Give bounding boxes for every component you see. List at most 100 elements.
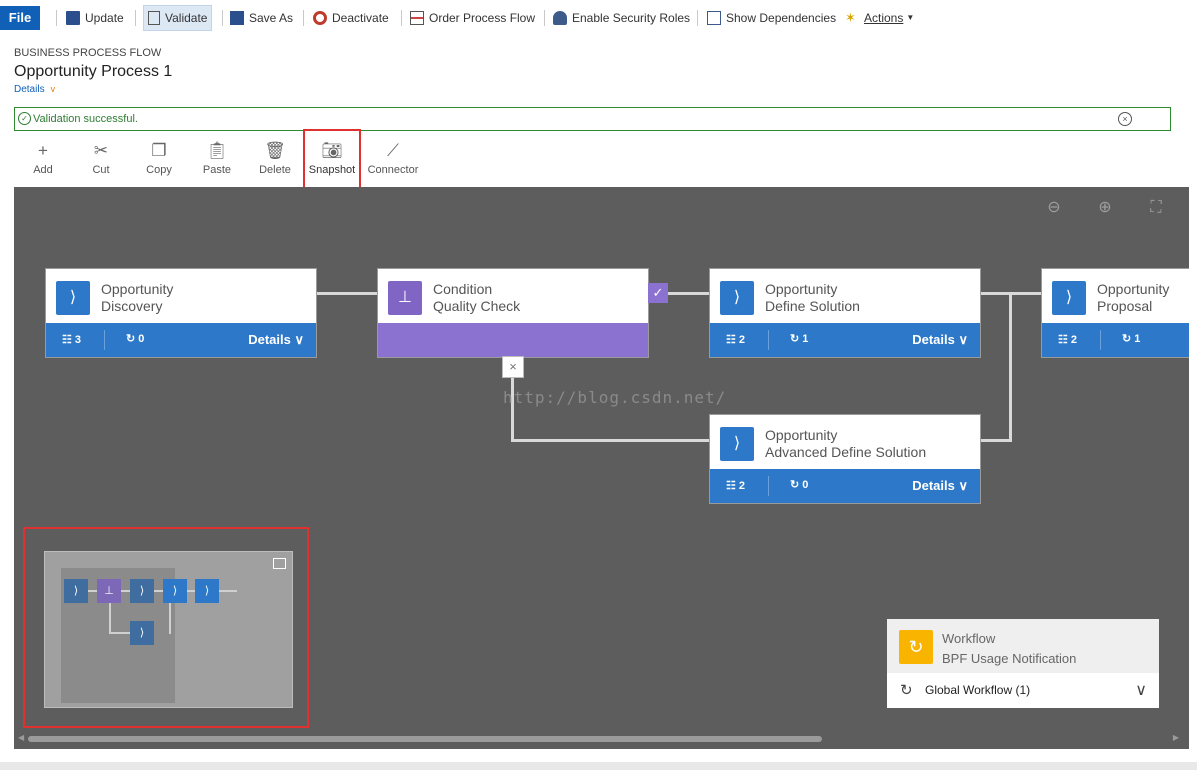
- add-button[interactable]: + Add: [15, 140, 71, 176]
- save-as-icon: [230, 11, 244, 25]
- divider: [104, 330, 105, 350]
- stage-name: Define Solution: [765, 298, 860, 314]
- workflow-type: Workflow: [942, 631, 996, 646]
- stage-chevron-icon: ⟩: [56, 281, 90, 315]
- steps-count-value: 2: [1070, 334, 1078, 346]
- stage-card-advanced-define-solution[interactable]: ⟩ Opportunity Advanced Define Solution ☷…: [710, 415, 980, 503]
- connector-line: [980, 439, 1012, 442]
- steps-count: ☷ 2: [726, 480, 746, 492]
- stage-header: ⟩ Opportunity Advanced Define Solution: [710, 415, 980, 469]
- divider: [768, 330, 769, 350]
- bottom-strip: [0, 762, 1197, 770]
- workflow-count: ↻ 0: [790, 479, 809, 491]
- stage-card-proposal[interactable]: ⟩ Opportunity Proposal ☷ 2 ↻ 1: [1042, 269, 1189, 357]
- stage-header: ⟩ Opportunity Proposal: [1042, 269, 1189, 323]
- steps-count: ☷ 3: [62, 334, 82, 346]
- stage-name: Discovery: [101, 298, 163, 314]
- condition-true-check-icon[interactable]: ✓: [648, 283, 668, 303]
- deactivate-icon: [313, 11, 327, 25]
- delete-button[interactable]: 🗑︎ Delete: [247, 140, 303, 176]
- steps-count: ☷ 2: [1058, 334, 1078, 346]
- workflow-count: ↻ 1: [790, 333, 809, 345]
- scroll-left-icon[interactable]: ◀: [18, 733, 24, 742]
- save-disk-icon: [66, 11, 80, 25]
- steps-count-value: 2: [738, 480, 746, 492]
- clipboard-check-icon: [148, 11, 160, 25]
- separator: [135, 10, 136, 26]
- success-check-icon: ✓: [18, 112, 31, 125]
- connector-icon: ⟋: [387, 141, 399, 160]
- horizontal-scrollbar[interactable]: ◀ ▶: [14, 733, 1189, 743]
- connector-label: Connector: [367, 164, 419, 176]
- connector-button[interactable]: ⟋ Connector: [365, 140, 421, 176]
- workflow-count-value: 0: [138, 333, 145, 345]
- divider: [1100, 330, 1101, 350]
- details-label: Details: [248, 332, 291, 347]
- workflow-icon: ↻: [899, 630, 933, 664]
- cut-button[interactable]: ✂ Cut: [73, 140, 129, 176]
- stage-footer: ☷ 2 ↻ 1: [1042, 323, 1189, 357]
- details-label: Details: [912, 478, 955, 493]
- separator: [222, 10, 223, 26]
- workflow-name: BPF Usage Notification: [942, 651, 1077, 666]
- scrollbar-thumb[interactable]: [28, 736, 822, 742]
- steps-count-value: 3: [74, 334, 82, 346]
- connector-line: [316, 292, 378, 295]
- command-bar: File Update Validate Save As Deactivate …: [0, 0, 1197, 36]
- stage-footer: ☷ 3 ↻ 0 Details ∨: [46, 323, 316, 357]
- scroll-right-icon[interactable]: ▶: [1173, 733, 1179, 742]
- separator: [401, 10, 402, 26]
- deactivate-button[interactable]: Deactivate: [313, 7, 389, 29]
- separator: [56, 10, 57, 26]
- stage-card-define-solution[interactable]: ⟩ Opportunity Define Solution ☷ 2 ↻ 1 De…: [710, 269, 980, 357]
- workflow-count: ↻ 0: [126, 333, 145, 345]
- validate-button[interactable]: Validate: [143, 5, 213, 31]
- enable-security-roles-button[interactable]: Enable Security Roles: [553, 7, 690, 29]
- condition-name: Quality Check: [433, 298, 521, 314]
- fit-to-screen-icon[interactable]: ⛶: [1147, 199, 1165, 217]
- workflow-count: ↻ 1: [1122, 333, 1141, 345]
- order-process-flow-button[interactable]: Order Process Flow: [410, 7, 535, 29]
- stage-entity: Opportunity: [765, 281, 838, 297]
- global-workflow-card[interactable]: ↻ Workflow BPF Usage Notification ↻ Glob…: [887, 619, 1159, 708]
- chevron-down-icon: ∨: [958, 332, 968, 347]
- stage-card-discovery[interactable]: ⟩ Opportunity Discovery ☷ 3 ↻ 0 Details …: [46, 269, 316, 357]
- stage-chevron-icon: ⟩: [720, 281, 754, 315]
- watermark: http://blog.csdn.net/: [503, 388, 727, 407]
- global-workflow-label: Global Workflow (1): [925, 683, 1031, 697]
- details-label: Details: [14, 84, 45, 95]
- show-dependencies-button[interactable]: Show Dependencies: [707, 7, 836, 29]
- stage-details-toggle[interactable]: Details ∨: [912, 332, 968, 348]
- details-toggle[interactable]: Details v: [14, 84, 55, 95]
- stage-details-toggle[interactable]: Details ∨: [912, 478, 968, 494]
- chevron-down-icon: ∨: [958, 478, 968, 493]
- zoom-out-icon[interactable]: ⊖: [1045, 199, 1063, 217]
- workflow-header: ↻ Workflow BPF Usage Notification: [887, 619, 1159, 673]
- validation-notification: ✓ Validation successful. ×: [14, 107, 1171, 131]
- stage-details-toggle[interactable]: Details ∨: [248, 332, 304, 348]
- add-label: Add: [33, 164, 53, 176]
- security-roles-icon: [553, 11, 567, 25]
- stage-name: Advanced Define Solution: [765, 444, 927, 460]
- dependencies-icon: [707, 11, 721, 25]
- actions-icon: ✶: [845, 10, 856, 25]
- connector-line: [668, 292, 710, 295]
- order-process-flow-label: Order Process Flow: [429, 11, 536, 25]
- stage-entity: Opportunity: [1097, 281, 1170, 297]
- actions-menu[interactable]: ✶ Actions ▼: [845, 7, 914, 29]
- condition-false-x-icon[interactable]: ×: [503, 357, 523, 377]
- file-button[interactable]: File: [0, 6, 40, 30]
- condition-card-quality-check[interactable]: ⊥ Condition Quality Check: [378, 269, 648, 357]
- workflow-count-value: 0: [802, 479, 809, 491]
- entity-type-label: BUSINESS PROCESS FLOW: [14, 47, 162, 59]
- save-as-button[interactable]: Save As: [230, 7, 293, 29]
- paste-button[interactable]: 📋︎ Paste: [189, 140, 245, 176]
- chevron-down-icon[interactable]: ∨: [1135, 680, 1147, 700]
- close-icon[interactable]: ×: [1118, 112, 1132, 126]
- condition-footer: [378, 323, 648, 357]
- update-button[interactable]: Update: [66, 7, 124, 29]
- copy-icon: ❐: [151, 141, 167, 160]
- divider: [768, 476, 769, 496]
- zoom-in-icon[interactable]: ⊕: [1096, 199, 1114, 217]
- copy-button[interactable]: ❐ Copy: [131, 140, 187, 176]
